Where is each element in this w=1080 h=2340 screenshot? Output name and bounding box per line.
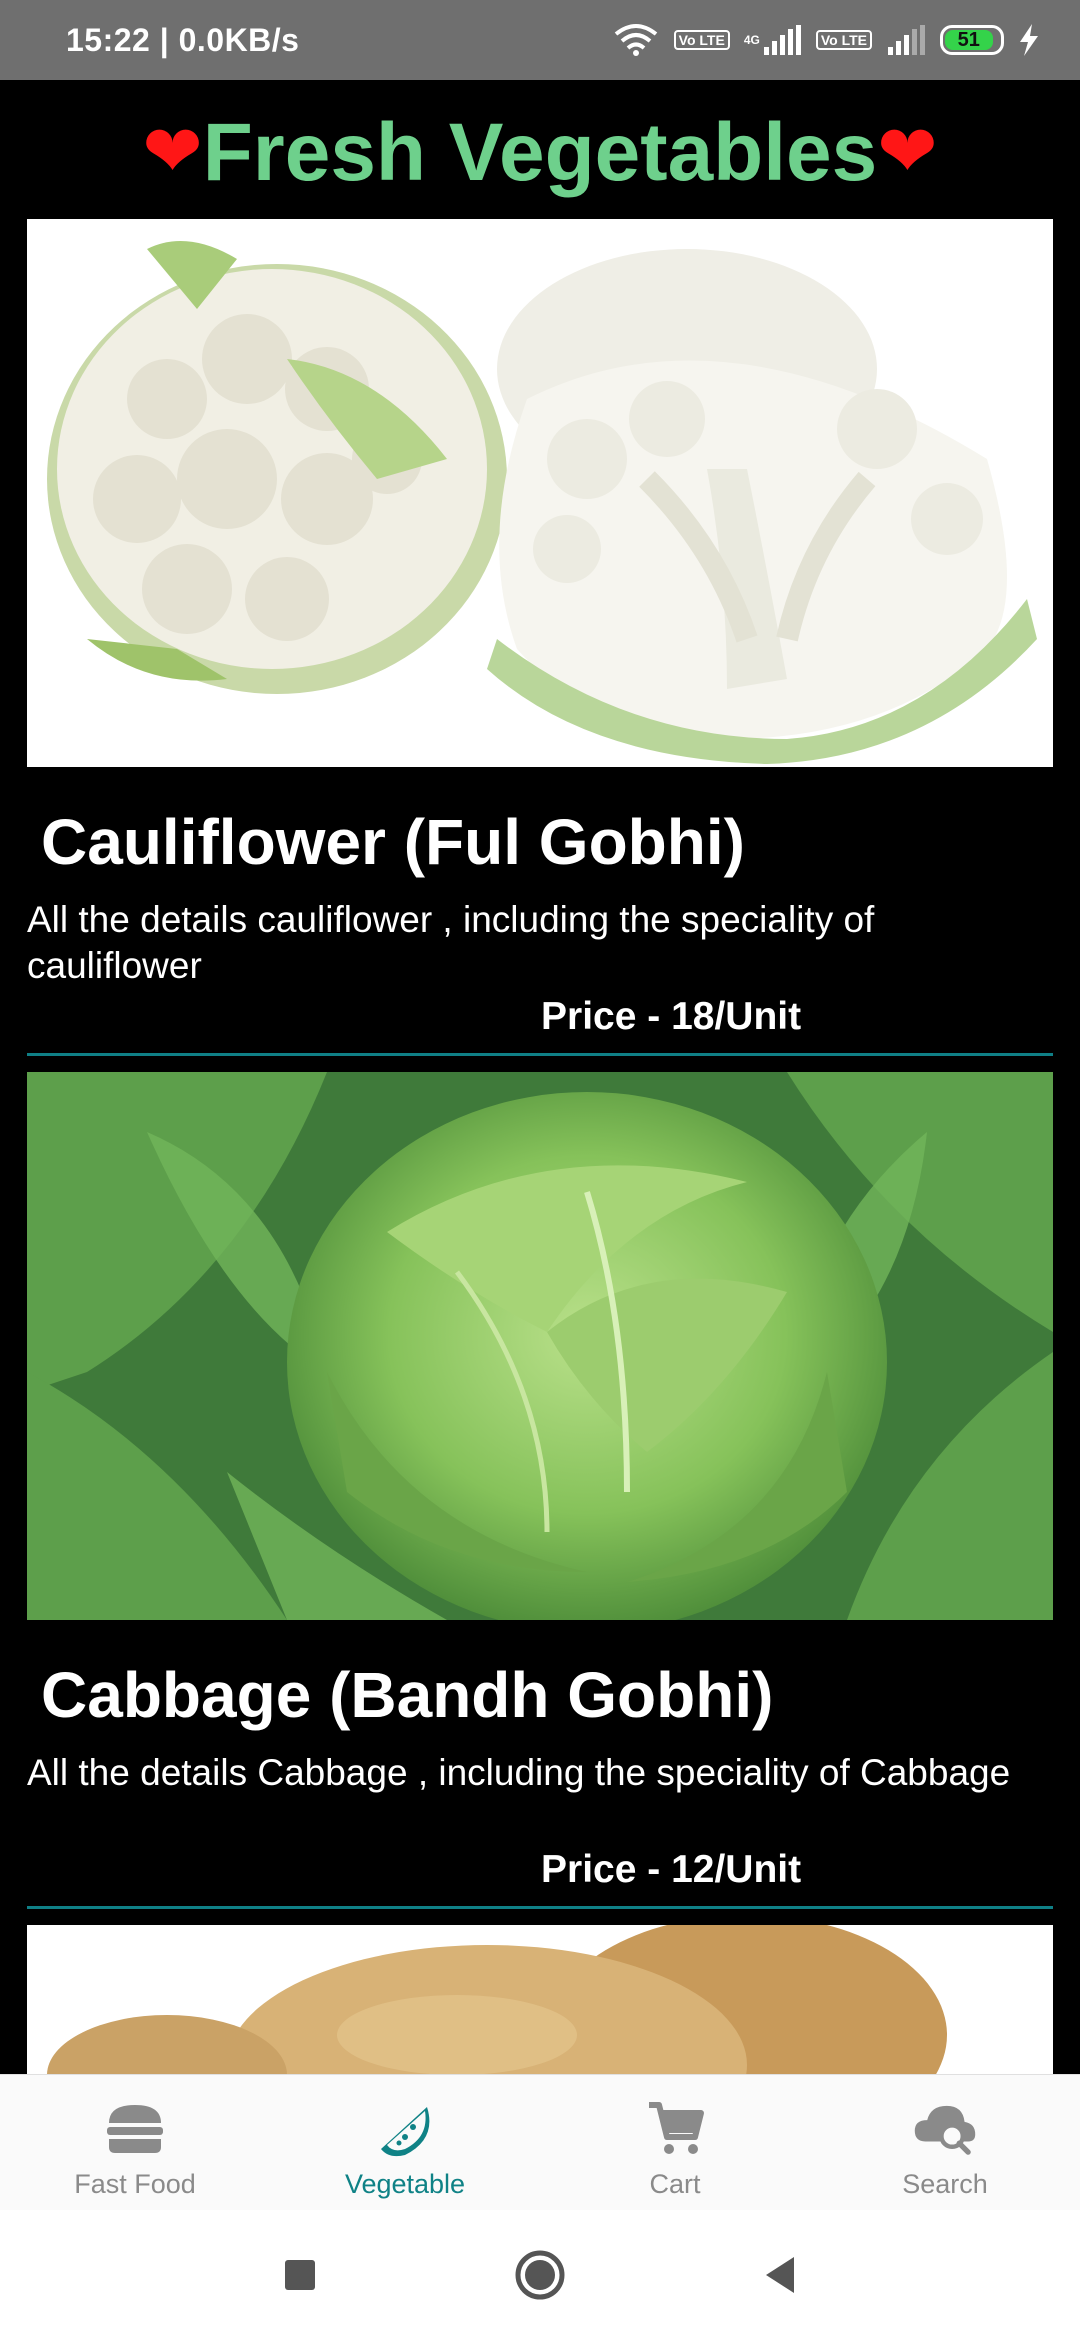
page-title-text: Fresh Vegetables [202,107,878,198]
signal-icon [886,25,926,55]
card-divider [27,1053,1053,1056]
battery-level: 51 [945,30,993,50]
network-type-label: 4G [743,33,760,47]
watermelon-icon [373,2097,437,2161]
nav-label: Cart [649,2169,701,2199]
status-bar: 15:22 | 0.0KB/s Vo LTE 4G Vo LTE 51 [0,0,1080,80]
product-price: Price - 18/Unit [541,995,802,1038]
status-icons: Vo LTE 4G Vo LTE 51 [612,22,1040,58]
home-button[interactable] [510,2245,570,2305]
nav-label: Fast Food [74,2169,196,2199]
nav-item-cart[interactable]: Cart [540,2075,810,2210]
nav-label: Search [902,2169,988,2199]
cloud-search-icon [913,2097,977,2161]
volte-icon: Vo LTE [815,30,872,50]
product-name: Cauliflower (Ful Gobhi) [41,806,745,878]
signal-icon: 4G [744,25,802,55]
product-description: All the details cauliflower , including … [27,899,875,986]
volte-icon: Vo LTE [673,30,730,50]
cart-icon [643,2097,707,2161]
bottom-navigation: Fast Food Vegetable Cart Search [0,2074,1080,2210]
charging-icon [1018,24,1040,56]
product-card[interactable]: Cauliflower (Ful Gobhi) All the details … [27,219,1053,1056]
nav-item-fast-food[interactable]: Fast Food [0,2075,270,2210]
card-divider [27,1906,1053,1909]
product-card[interactable] [27,1925,1053,2074]
nav-label: Vegetable [344,2169,466,2199]
cabbage-image[interactable] [27,1072,1053,1620]
heart-icon: ❤ [877,112,938,192]
product-list[interactable]: ❤Fresh Vegetables❤ Cauliflower (Ful Gobh… [0,80,1080,2074]
heart-icon: ❤ [142,112,203,192]
battery-icon: 51 [940,25,1004,55]
nav-item-search[interactable]: Search [810,2075,1080,2210]
recent-apps-button[interactable] [270,2245,330,2305]
page-title: ❤Fresh Vegetables❤ [0,106,1080,200]
potato-image[interactable] [27,1925,1053,2074]
product-price: Price - 12/Unit [541,1848,802,1891]
product-description: All the details Cabbage , including the … [27,1752,1011,1793]
wifi-icon [612,22,660,58]
product-card[interactable]: Cabbage (Bandh Gobhi) All the details Ca… [27,1072,1053,1909]
cauliflower-image[interactable] [27,219,1053,767]
burger-icon [103,2097,167,2161]
nav-item-vegetable[interactable]: Vegetable [270,2075,540,2210]
status-time-speed: 15:22 | 0.0KB/s [66,21,300,58]
system-navigation-bar [0,2210,1080,2340]
product-name: Cabbage (Bandh Gobhi) [41,1659,774,1731]
back-button[interactable] [750,2245,810,2305]
